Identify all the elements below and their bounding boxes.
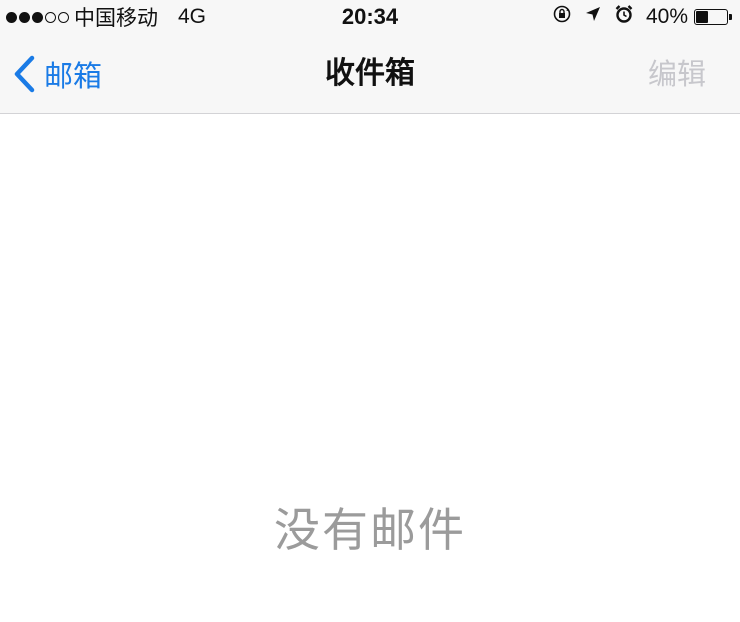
status-bar: 中国移动 4G 20:34 40% <box>0 0 740 34</box>
page-title: 收件箱 <box>325 56 415 91</box>
edit-button[interactable]: 编辑 <box>648 54 706 94</box>
navigation-bar: 邮箱 收件箱 编辑 <box>0 34 740 114</box>
alarm-clock-icon <box>614 4 634 30</box>
empty-inbox-message: 没有邮件 <box>274 503 466 557</box>
orientation-lock-icon <box>552 4 572 30</box>
battery-level-fill <box>696 11 708 23</box>
mail-inbox-screen: 中国移动 4G 20:34 40% 邮箱 收件箱 编辑 没有邮件 <box>0 0 740 622</box>
location-arrow-icon <box>584 5 602 29</box>
battery-tip <box>729 14 732 20</box>
status-right: 40% <box>552 4 732 30</box>
battery-percentage: 40% <box>645 5 688 28</box>
battery-icon <box>694 9 728 25</box>
